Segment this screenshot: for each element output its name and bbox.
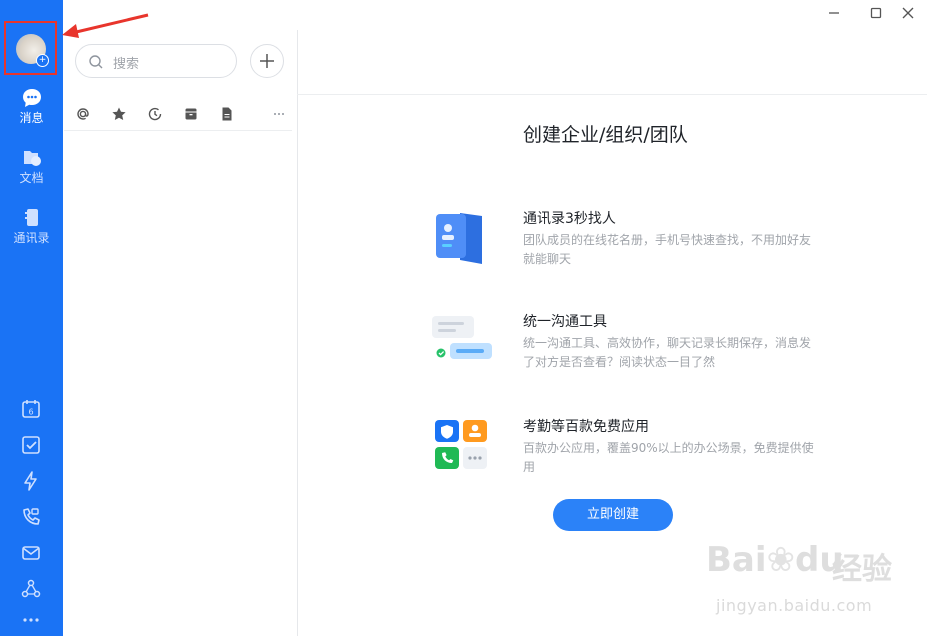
- watermark-cn: 经验: [832, 552, 892, 587]
- feature-desc: 统一沟通工具、高效协作，聊天记录长期保存，消息发了对方是否查看？阅读状态一目了然: [523, 336, 812, 369]
- archive-icon[interactable]: [183, 106, 199, 122]
- close-icon[interactable]: [900, 5, 916, 21]
- watermark: Bai❀du 经验 jingyan.baidu.com: [706, 540, 922, 624]
- feature-desc: 团队成员的在线花名册，手机号快速查找，不用加好友就能聊天: [523, 233, 812, 266]
- maximize-icon[interactable]: [868, 5, 884, 21]
- contact-book-icon: [436, 213, 482, 264]
- lightning-icon[interactable]: [20, 470, 42, 492]
- avatar-highlight-box: +: [4, 21, 57, 75]
- page-title: 创建企业/组织/团队: [523, 124, 688, 146]
- add-badge-icon: +: [36, 54, 49, 67]
- message-icon: [22, 89, 41, 107]
- watermark-url: jingyan.baidu.com: [716, 596, 873, 615]
- feature-desc: 百款办公应用，覆盖90%以上的办公场景，免费提供使用: [523, 441, 814, 474]
- minimize-icon[interactable]: [826, 5, 842, 21]
- add-button[interactable]: [250, 44, 284, 78]
- docs-icon: [23, 151, 41, 166]
- feature-communication: 统一沟通工具 统一沟通工具、高效协作，聊天记录长期保存，消息发了对方是否查看？阅…: [430, 311, 830, 381]
- at-icon[interactable]: [75, 106, 91, 122]
- apps-grid-icon: [435, 420, 487, 469]
- nav-label: 消息: [19, 111, 44, 125]
- nav-messages[interactable]: 消息: [0, 88, 63, 125]
- nav-contacts[interactable]: 通讯录: [0, 208, 63, 245]
- file-icon[interactable]: [219, 106, 235, 122]
- chat-bubbles-icon: [432, 316, 492, 359]
- feature-apps: 考勤等百款免费应用 百款办公应用，覆盖90%以上的办公场景，免费提供使用: [430, 416, 830, 486]
- todo-icon[interactable]: [20, 434, 42, 456]
- recent-icon[interactable]: [147, 106, 163, 122]
- create-button[interactable]: 立即创建: [553, 499, 673, 531]
- more-icon[interactable]: [271, 106, 287, 122]
- feature-contacts: 通讯录3秒找人 团队成员的在线花名册，手机号快速查找，不用加好友就能聊天: [430, 208, 830, 278]
- org-icon[interactable]: [20, 578, 42, 600]
- star-icon[interactable]: [111, 106, 127, 122]
- more-icon[interactable]: [20, 612, 42, 634]
- sidebar: + 消息 文档 通讯录 6: [0, 0, 63, 636]
- mail-icon[interactable]: [20, 542, 42, 564]
- phone-video-icon[interactable]: [20, 506, 42, 528]
- nav-label: 文档: [19, 171, 44, 185]
- filter-bar: [64, 100, 292, 131]
- feature-title: 统一沟通工具: [523, 314, 607, 330]
- search-box[interactable]: 搜索: [75, 44, 237, 78]
- calendar-icon[interactable]: 6: [20, 398, 42, 420]
- plus-icon: [260, 54, 274, 68]
- header-divider: [297, 94, 927, 95]
- calendar-day: 6: [28, 408, 33, 417]
- feature-title: 考勤等百款免费应用: [523, 419, 649, 435]
- feature-title: 通讯录3秒找人: [523, 211, 616, 227]
- panel-divider: [297, 30, 298, 636]
- nav-docs[interactable]: 文档: [0, 148, 63, 185]
- annotation-arrow-icon: [62, 13, 149, 38]
- search-icon: [89, 55, 103, 69]
- contacts-icon: [24, 209, 38, 226]
- watermark-brand: Bai❀du: [706, 540, 844, 580]
- nav-label: 通讯录: [13, 231, 50, 245]
- search-input[interactable]: 搜索: [113, 53, 139, 72]
